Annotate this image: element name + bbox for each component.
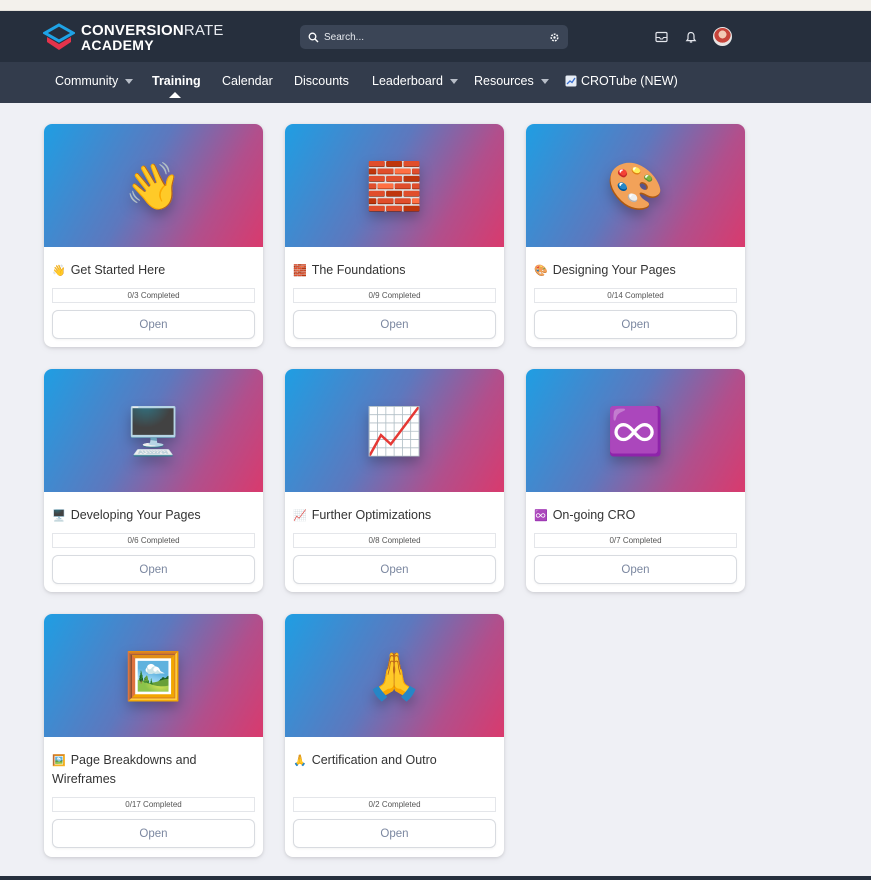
desktop-computer-icon: 🖥️ <box>52 510 66 522</box>
search-bar[interactable] <box>300 25 568 49</box>
nav-training[interactable]: Training <box>152 74 201 88</box>
course-progress: 0/3 Completed <box>52 288 255 303</box>
chevron-down-icon <box>125 78 134 84</box>
course-title: 🎨 Designing Your Pages <box>534 263 676 277</box>
infinity-icon: ♾️ <box>534 510 548 522</box>
course-progress: 0/2 Completed <box>293 797 496 812</box>
course-banner: 📈 <box>285 369 504 492</box>
course-title: ♾️ On-going CRO <box>534 508 636 522</box>
course-card-designing[interactable]: 🎨 🎨 Designing Your Pages 0/14 Completed O… <box>526 124 745 347</box>
course-banner: 🖼️ <box>44 614 263 737</box>
course-title: 🖼️ Page Breakdowns and Wireframes <box>52 753 197 786</box>
open-course-button[interactable]: Open <box>293 310 496 339</box>
course-title: 🧱 The Foundations <box>293 263 406 277</box>
course-progress: 0/9 Completed <box>293 288 496 303</box>
course-card-page-breakdowns[interactable]: 🖼️ 🖼️ Page Breakdowns and Wireframes 0/17… <box>44 614 263 857</box>
course-card-get-started[interactable]: 👋 👋 Get Started Here 0/3 Completed Open <box>44 124 263 347</box>
nav-community[interactable]: Community <box>55 74 134 88</box>
logo[interactable]: CONVERSIONRATE ACADEMY <box>43 23 224 53</box>
settings-gear-icon[interactable] <box>549 32 560 43</box>
framed-picture-icon: 🖼️ <box>124 649 183 702</box>
chart-increasing-icon: 📈 <box>365 404 424 457</box>
open-course-button[interactable]: Open <box>534 555 737 584</box>
top-header: CONVERSIONRATE ACADEMY <box>0 11 871 62</box>
course-title: 🙏 Certification and Outro <box>293 753 437 767</box>
course-title: 👋 Get Started Here <box>52 263 166 277</box>
course-banner: 🙏 <box>285 614 504 737</box>
course-banner: ♾️ <box>526 369 745 492</box>
course-card-certification[interactable]: 🙏 🙏 Certification and Outro 0/2 Completed… <box>285 614 504 857</box>
user-avatar[interactable] <box>713 27 732 46</box>
course-banner: 🎨 <box>526 124 745 247</box>
open-course-button[interactable]: Open <box>52 310 255 339</box>
palette-icon: 🎨 <box>534 265 548 277</box>
bricks-icon: 🧱 <box>365 159 424 212</box>
course-progress: 0/14 Completed <box>534 288 737 303</box>
open-course-button[interactable]: Open <box>293 819 496 848</box>
course-title: 🖥️ Developing Your Pages <box>52 508 201 522</box>
course-card-developing[interactable]: 🖥️ 🖥️ Developing Your Pages 0/6 Completed… <box>44 369 263 592</box>
open-course-button[interactable]: Open <box>534 310 737 339</box>
framed-picture-icon: 🖼️ <box>52 755 66 767</box>
browser-top-strip <box>0 0 871 11</box>
open-course-button[interactable]: Open <box>52 819 255 848</box>
course-progress: 0/7 Completed <box>534 533 737 548</box>
chevron-down-icon <box>540 78 549 84</box>
course-progress: 0/6 Completed <box>52 533 255 548</box>
chevron-down-icon <box>449 78 458 84</box>
course-title: 📈 Further Optimizations <box>293 508 432 522</box>
course-banner: 🖥️ <box>44 369 263 492</box>
bottom-edge <box>0 876 871 880</box>
course-banner: 🧱 <box>285 124 504 247</box>
palette-icon: 🎨 <box>606 159 665 212</box>
search-icon <box>308 32 319 42</box>
course-card-ongoing-cro[interactable]: ♾️ ♾️ On-going CRO 0/7 Completed Open <box>526 369 745 592</box>
nav-crotube[interactable]: CROTube (NEW) <box>565 74 678 88</box>
folded-hands-icon: 🙏 <box>365 649 424 702</box>
desktop-computer-icon: 🖥️ <box>124 404 183 457</box>
course-banner: 👋 <box>44 124 263 247</box>
inbox-icon[interactable] <box>651 27 671 47</box>
chart-icon <box>565 75 577 87</box>
course-card-further-optimizations[interactable]: 📈 📈 Further Optimizations 0/8 Completed O… <box>285 369 504 592</box>
main-nav: Community Training Calendar Discounts Le… <box>0 62 871 103</box>
search-input[interactable] <box>324 31 549 43</box>
bell-icon[interactable] <box>681 27 701 47</box>
logo-text-light: RATE <box>183 22 224 39</box>
open-course-button[interactable]: Open <box>52 555 255 584</box>
course-card-foundations[interactable]: 🧱 🧱 The Foundations 0/9 Completed Open <box>285 124 504 347</box>
infinity-icon: ♾️ <box>606 404 665 457</box>
open-course-button[interactable]: Open <box>293 555 496 584</box>
nav-leaderboard[interactable]: Leaderboard <box>372 74 458 88</box>
logo-mark-icon <box>43 23 75 50</box>
chart-increasing-icon: 📈 <box>293 510 307 522</box>
active-nav-indicator <box>169 92 181 98</box>
course-progress: 0/8 Completed <box>293 533 496 548</box>
waving-hand-icon: 👋 <box>52 265 66 277</box>
bricks-icon: 🧱 <box>293 265 307 277</box>
nav-calendar[interactable]: Calendar <box>222 74 273 88</box>
waving-hand-icon: 👋 <box>124 159 183 212</box>
course-progress: 0/17 Completed <box>52 797 255 812</box>
folded-hands-icon: 🙏 <box>293 755 307 767</box>
logo-text-academy: ACADEMY <box>81 37 154 53</box>
nav-resources[interactable]: Resources <box>474 74 549 88</box>
nav-discounts[interactable]: Discounts <box>294 74 349 88</box>
